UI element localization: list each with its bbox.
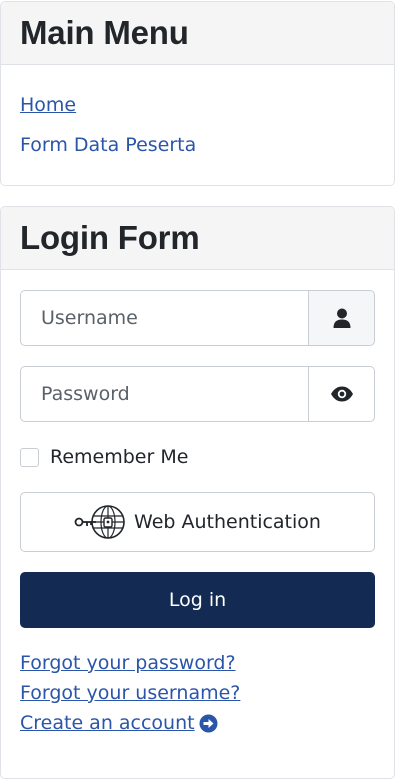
main-menu-card: Main Menu Home Form Data Peserta [0, 1, 395, 186]
login-button[interactable]: Log in [20, 572, 375, 628]
user-icon [333, 308, 350, 328]
password-input[interactable] [20, 366, 308, 422]
create-account-label: Create an account [20, 712, 195, 734]
login-button-label: Log in [168, 589, 227, 611]
passkey-globe-icon [74, 505, 125, 539]
username-addon [308, 290, 375, 346]
password-input-group [20, 366, 375, 422]
remember-me-checkbox[interactable] [20, 447, 39, 467]
main-menu-header: Main Menu [1, 2, 394, 65]
menu-item-home[interactable]: Home [20, 94, 76, 116]
web-authentication-button[interactable]: Web Authentication [20, 492, 375, 552]
arrow-right-circle-icon [199, 714, 218, 732]
login-form-header: Login Form [1, 207, 394, 270]
create-account-link[interactable]: Create an account [20, 712, 218, 734]
username-input-group [20, 290, 375, 346]
forgot-username-link[interactable]: Forgot your username? [20, 682, 240, 704]
menu-item-form-data-peserta[interactable]: Form Data Peserta [20, 134, 196, 156]
forgot-password-link[interactable]: Forgot your password? [20, 652, 236, 674]
eye-icon [330, 386, 353, 402]
show-password-button[interactable] [308, 366, 375, 422]
remember-me-label: Remember Me [50, 446, 189, 468]
web-authentication-label: Web Authentication [134, 511, 321, 533]
remember-me[interactable]: Remember Me [20, 446, 188, 468]
login-form-card: Login Form Remember Me [0, 206, 395, 779]
username-input[interactable] [20, 290, 308, 346]
main-menu-title: Main Menu [20, 14, 189, 51]
login-form-title: Login Form [20, 219, 200, 256]
